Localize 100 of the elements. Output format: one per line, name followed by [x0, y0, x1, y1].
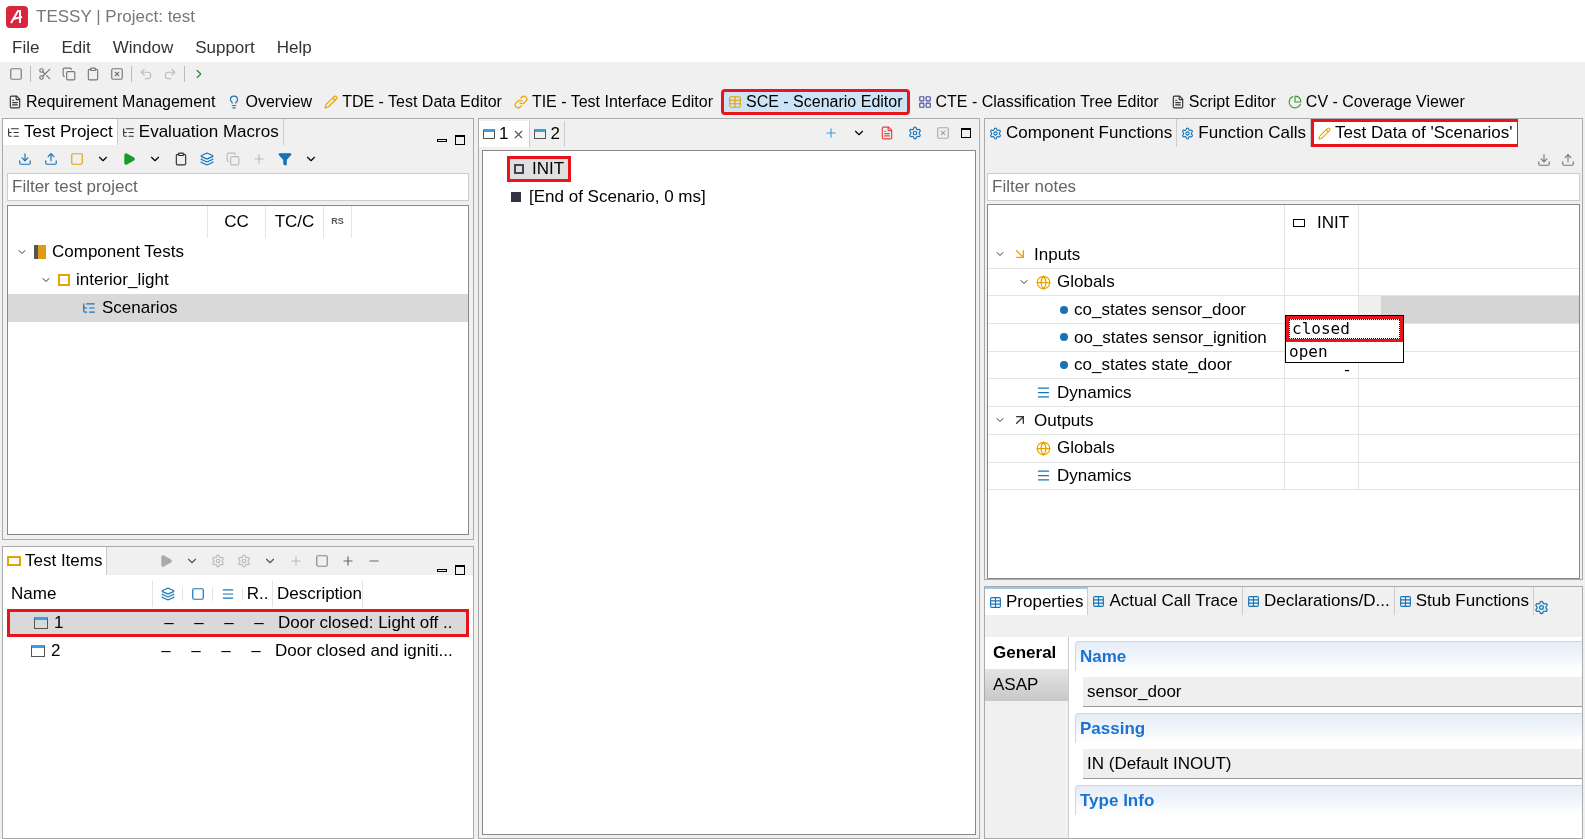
- minimize-icon[interactable]: [437, 138, 447, 142]
- item-name: 2: [51, 640, 61, 663]
- menu-item[interactable]: Support: [195, 35, 255, 61]
- view-tab[interactable]: Properties: [985, 587, 1089, 615]
- view-tab[interactable]: Stub Functions: [1394, 587, 1535, 615]
- value-text: -: [1344, 364, 1350, 377]
- side-tab[interactable]: ASAP: [985, 669, 1068, 701]
- side-tab[interactable]: General: [985, 637, 1068, 669]
- perspective-tab[interactable]: Overview: [223, 89, 317, 115]
- pencil-icon: [1318, 126, 1332, 140]
- tree-icon: [121, 125, 135, 139]
- table-cell-text: –: [193, 612, 205, 635]
- lines-icon: [1036, 385, 1051, 401]
- minimize-icon[interactable]: [437, 568, 447, 572]
- view-tab[interactable]: Actual Call Trace: [1088, 587, 1243, 615]
- table-icon: [1247, 594, 1260, 608]
- menu-item[interactable]: File: [12, 35, 40, 61]
- item-name: 1: [54, 612, 64, 635]
- view-tab[interactable]: Test Project: [3, 119, 118, 145]
- square-icon: [190, 587, 205, 601]
- menu-item[interactable]: Edit: [61, 35, 91, 61]
- section-header: Type Info: [1075, 785, 1582, 815]
- property-field[interactable]: IN (Default INOUT): [1083, 749, 1582, 779]
- square-icon: [514, 164, 524, 174]
- scenario-node[interactable]: [End of Scenario, 0 ms]: [507, 184, 710, 210]
- book-icon: [34, 245, 46, 259]
- tree-row[interactable]: Globals: [988, 268, 1285, 296]
- filter-field[interactable]: Filter test project: [7, 173, 469, 201]
- table-icon: [728, 95, 742, 109]
- perspective-tab[interactable]: CTE - Classification Tree Editor: [913, 89, 1163, 115]
- tree-item[interactable]: Scenarios: [8, 294, 468, 322]
- lines-icon: [220, 587, 235, 601]
- view-tab[interactable]: Evaluation Macros: [117, 119, 284, 145]
- perspective-tab[interactable]: CV - Coverage Viewer: [1283, 89, 1469, 115]
- window-icon: [7, 556, 21, 566]
- tree-row[interactable]: Dynamics: [988, 379, 1285, 407]
- section-header: Passing: [1075, 713, 1582, 743]
- table-cell-text: –: [250, 640, 262, 663]
- gear-icon: [1534, 600, 1550, 615]
- scenario-node[interactable]: INIT: [507, 156, 572, 182]
- layers-icon: [160, 587, 175, 601]
- column-header[interactable]: TC/C: [266, 206, 324, 238]
- tree-item[interactable]: interior_light: [8, 266, 468, 294]
- tree-row[interactable]: Outputs: [988, 407, 1285, 434]
- dropdown-option[interactable]: closed: [1286, 316, 1403, 342]
- menu-item[interactable]: Help: [276, 35, 312, 61]
- table-icon: [989, 595, 1002, 609]
- section-header: Name: [1075, 641, 1582, 671]
- table-cell-text: –: [253, 612, 265, 635]
- table-cell-text: –: [223, 612, 235, 635]
- document-icon: [8, 95, 22, 109]
- view-tab[interactable]: Test Items: [3, 547, 108, 575]
- tree-item[interactable]: Component Tests: [8, 238, 468, 266]
- column-header[interactable]: R..: [243, 581, 273, 607]
- editor-tab[interactable]: 2: [530, 121, 565, 147]
- view-tab[interactable]: Test Data of 'Scenarios': [1311, 119, 1518, 147]
- test-item-row[interactable]: 1 – – – – Door closed: Light off ..: [7, 609, 469, 637]
- dropdown-option[interactable]: open: [1286, 342, 1403, 362]
- tree-row[interactable]: Dynamics: [988, 462, 1285, 490]
- gear-icon: [989, 126, 1002, 140]
- table-cell-text: –: [160, 640, 172, 663]
- column-header[interactable]: RS: [324, 206, 352, 238]
- column-header[interactable]: CC: [208, 206, 266, 238]
- square-icon: [58, 274, 70, 286]
- column-header[interactable]: Name: [3, 581, 153, 607]
- test-item-row[interactable]: 2 – – – – Door closed and igniti...: [7, 637, 469, 665]
- perspective-tab[interactable]: SCE - Scenario Editor: [721, 89, 910, 115]
- view-tab[interactable]: Component Functions: [985, 119, 1178, 147]
- tree-row[interactable]: Inputs: [988, 241, 1285, 268]
- perspective-tab[interactable]: TIE - Test Interface Editor: [509, 89, 717, 115]
- document-icon: [1170, 95, 1185, 109]
- editor-tab[interactable]: 1: [479, 121, 531, 147]
- perspective-tab[interactable]: Requirement Management: [4, 89, 220, 115]
- column-header[interactable]: Description: [273, 581, 364, 607]
- gear-icon: [1181, 126, 1195, 140]
- property-field[interactable]: sensor_door: [1083, 677, 1582, 707]
- window-title: TESSY | Project: test: [36, 6, 196, 29]
- column-header[interactable]: INIT: [1285, 205, 1359, 241]
- table-cell-text: –: [220, 640, 232, 663]
- table-cell-text: –: [190, 640, 202, 663]
- description-cell-text: Door closed: Light off ..: [277, 612, 453, 635]
- grid-icon: [917, 95, 932, 109]
- tree-icon: [7, 125, 20, 139]
- table-cell-text: –: [163, 612, 175, 635]
- table-icon: [1092, 594, 1106, 608]
- filter-field[interactable]: Filter notes: [987, 173, 1580, 201]
- menu-item[interactable]: Window: [112, 35, 174, 61]
- maximize-icon[interactable]: [455, 565, 465, 575]
- perspective-tab[interactable]: TDE - Test Data Editor: [320, 89, 506, 115]
- description-cell-text: Door closed and igniti...: [274, 640, 453, 663]
- app-logo-icon: [6, 6, 28, 28]
- pie-chart-icon: [1287, 95, 1302, 109]
- pencil-icon: [324, 95, 339, 109]
- square-icon: [511, 192, 521, 202]
- maximize-icon[interactable]: [961, 128, 971, 138]
- tree-row[interactable]: Globals: [988, 434, 1285, 462]
- maximize-icon[interactable]: [455, 135, 465, 145]
- perspective-tab[interactable]: Script Editor: [1166, 89, 1280, 115]
- lines-icon: [1036, 468, 1051, 484]
- view-tab[interactable]: Declarations/D...: [1243, 587, 1395, 615]
